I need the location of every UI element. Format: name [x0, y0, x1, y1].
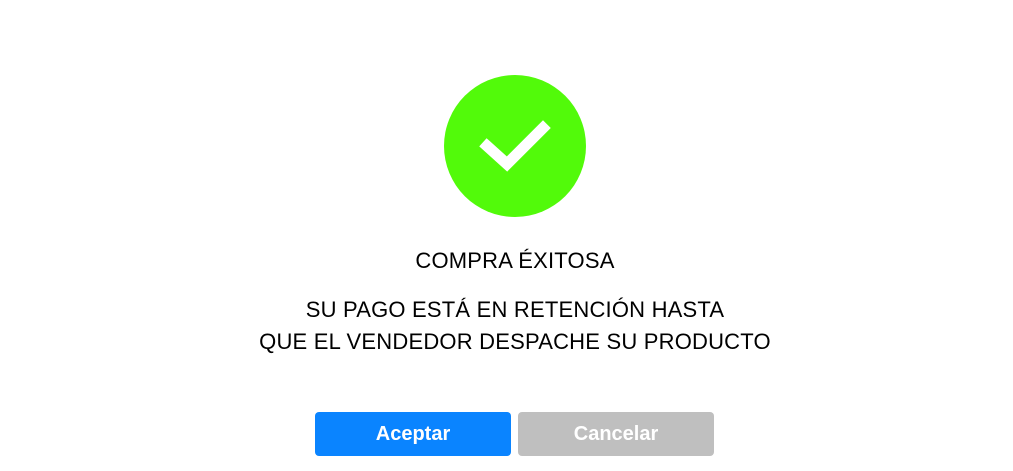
checkmark-icon: [479, 120, 551, 172]
dialog-title: COMPRA ÉXITOSA: [415, 248, 615, 273]
message-line: SU PAGO ESTÁ EN RETENCIÓN HASTA: [305, 297, 725, 322]
accept-button[interactable]: Aceptar: [315, 412, 511, 456]
success-dialog: COMPRA ÉXITOSA SU PAGO ESTÁ EN RETENCIÓN…: [0, 0, 1013, 471]
success-badge: [444, 75, 586, 217]
message-line: QUE EL VENDEDOR DESPACHE SU PRODUCTO: [259, 329, 771, 354]
cancel-button[interactable]: Cancelar: [518, 412, 714, 456]
dialog-message: SU PAGO ESTÁ EN RETENCIÓN HASTA QUE EL V…: [0, 294, 1013, 358]
